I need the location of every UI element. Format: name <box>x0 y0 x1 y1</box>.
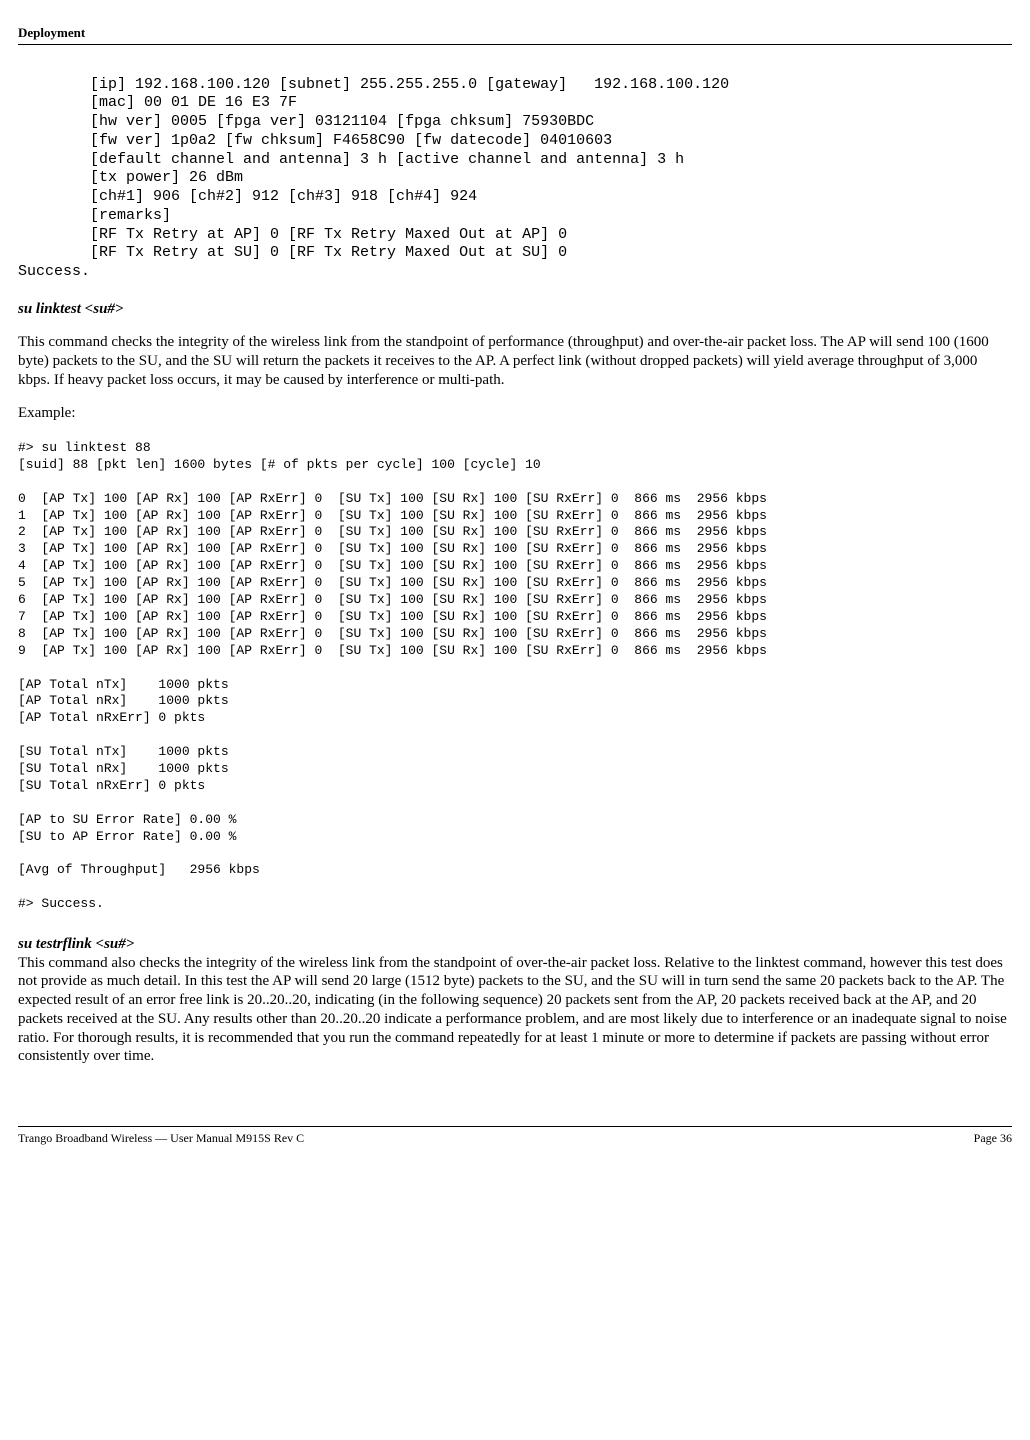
example-label: Example: <box>18 404 1012 424</box>
linktest-line: [AP Total nTx] 1000 pkts <box>18 677 229 692</box>
config-line: [mac] 00 01 DE 16 E3 7F <box>18 94 297 111</box>
config-line: [default channel and antenna] 3 h [activ… <box>18 151 684 168</box>
command-heading-linktest: su linktest <su#> <box>18 300 1012 320</box>
linktest-line: 4 [AP Tx] 100 [AP Rx] 100 [AP RxErr] 0 [… <box>18 558 767 573</box>
linktest-line: 9 [AP Tx] 100 [AP Rx] 100 [AP RxErr] 0 [… <box>18 643 767 658</box>
linktest-line: [SU Total nRx] 1000 pkts <box>18 761 229 776</box>
linktest-output-block: #> su linktest 88 [suid] 88 [pkt len] 16… <box>18 423 1012 913</box>
config-line: [hw ver] 0005 [fpga ver] 03121104 [fpga … <box>18 113 594 130</box>
config-line: [ch#1] 906 [ch#2] 912 [ch#3] 918 [ch#4] … <box>18 188 477 205</box>
linktest-line: [SU Total nTx] 1000 pkts <box>18 744 229 759</box>
linktest-line: 6 [AP Tx] 100 [AP Rx] 100 [AP RxErr] 0 [… <box>18 592 767 607</box>
linktest-line: [Avg of Throughput] 2956 kbps <box>18 862 260 877</box>
linktest-line: [AP to SU Error Rate] 0.00 % <box>18 812 236 827</box>
linktest-line: [AP Total nRxErr] 0 pkts <box>18 710 205 725</box>
linktest-line: 5 [AP Tx] 100 [AP Rx] 100 [AP RxErr] 0 [… <box>18 575 767 590</box>
config-line: [fw ver] 1p0a2 [fw chksum] F4658C90 [fw … <box>18 132 612 149</box>
page-header: Deployment <box>18 25 1012 45</box>
linktest-line: [SU Total nRxErr] 0 pkts <box>18 778 205 793</box>
config-line: [ip] 192.168.100.120 [subnet] 255.255.25… <box>18 76 729 93</box>
config-line: [tx power] 26 dBm <box>18 169 243 186</box>
linktest-line: #> su linktest 88 <box>18 440 151 455</box>
page-footer: Trango Broadband Wireless — User Manual … <box>18 1126 1012 1147</box>
footer-left: Trango Broadband Wireless — User Manual … <box>18 1131 304 1147</box>
linktest-line: 3 [AP Tx] 100 [AP Rx] 100 [AP RxErr] 0 [… <box>18 541 767 556</box>
linktest-line: 2 [AP Tx] 100 [AP Rx] 100 [AP RxErr] 0 [… <box>18 524 767 539</box>
linktest-line: 8 [AP Tx] 100 [AP Rx] 100 [AP RxErr] 0 [… <box>18 626 767 641</box>
linktest-line: [SU to AP Error Rate] 0.00 % <box>18 829 236 844</box>
testrflink-section: su testrflink <su#> This command also ch… <box>18 935 1012 1066</box>
linktest-line: 0 [AP Tx] 100 [AP Rx] 100 [AP RxErr] 0 [… <box>18 491 767 506</box>
footer-right: Page 36 <box>974 1131 1012 1147</box>
linktest-line: 7 [AP Tx] 100 [AP Rx] 100 [AP RxErr] 0 [… <box>18 609 767 624</box>
linktest-description: This command checks the integrity of the… <box>18 333 1012 389</box>
config-line: [RF Tx Retry at AP] 0 [RF Tx Retry Maxed… <box>18 226 567 243</box>
config-line: [remarks] <box>18 207 171 224</box>
linktest-line: #> Success. <box>18 896 104 911</box>
linktest-line: [AP Total nRx] 1000 pkts <box>18 693 229 708</box>
config-line: Success. <box>18 263 90 280</box>
header-title: Deployment <box>18 25 85 40</box>
linktest-line: [suid] 88 [pkt len] 1600 bytes [# of pkt… <box>18 457 541 472</box>
command-heading-testrflink: su testrflink <su#> <box>18 936 134 952</box>
config-output-block: [ip] 192.168.100.120 [subnet] 255.255.25… <box>18 57 1012 282</box>
config-line: [RF Tx Retry at SU] 0 [RF Tx Retry Maxed… <box>18 244 567 261</box>
testrflink-description: This command also checks the integrity o… <box>18 955 1007 1065</box>
linktest-line: 1 [AP Tx] 100 [AP Rx] 100 [AP RxErr] 0 [… <box>18 508 767 523</box>
